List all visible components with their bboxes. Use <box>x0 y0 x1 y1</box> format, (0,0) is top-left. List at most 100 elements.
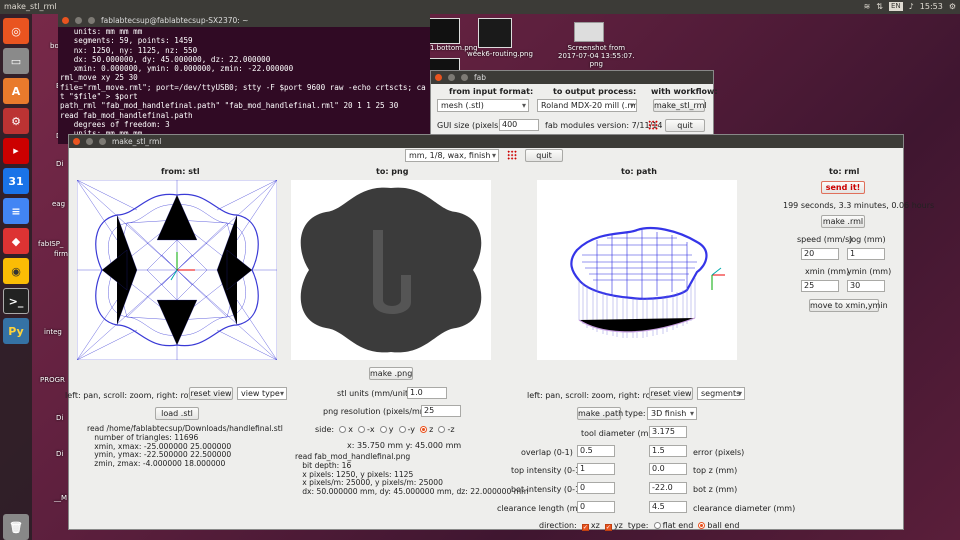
side-radio-neg-x[interactable] <box>358 426 366 433</box>
desktop-label[interactable]: integ <box>44 328 62 336</box>
main-titlebar[interactable]: make_stl_rml <box>69 135 903 148</box>
clock[interactable]: 15:53 <box>920 2 943 11</box>
png-resolution-input[interactable]: 25 <box>421 405 461 417</box>
ymin-input[interactable]: 30 <box>847 280 885 292</box>
side-radio-neg-z[interactable] <box>438 426 446 433</box>
power-gear-icon[interactable]: ⚙ <box>949 2 956 11</box>
gui-size-input[interactable]: 400 <box>499 119 539 131</box>
path-type-select[interactable]: 3D finish <box>647 407 697 420</box>
stl-units-input[interactable]: 1.0 <box>407 387 447 399</box>
xmin-input[interactable]: 25 <box>801 280 839 292</box>
error-input[interactable]: 1.5 <box>649 445 687 457</box>
jog-input[interactable]: 1 <box>847 248 885 260</box>
fab-quit-button[interactable]: quit <box>665 119 705 132</box>
desktop-thumbnail-bottom[interactable] <box>428 18 460 44</box>
side-radio-neg-y[interactable] <box>398 426 406 433</box>
move-to-xmin-ymin-button[interactable]: move to xmin,ymin <box>809 299 888 312</box>
bot-z-input[interactable]: -22.0 <box>649 482 687 494</box>
send-it-button[interactable]: send it! <box>821 181 865 194</box>
calendar-icon[interactable]: 31 <box>3 168 29 194</box>
path-segments-select[interactable]: segments <box>697 387 745 400</box>
path-reset-view-button[interactable]: reset view <box>649 387 693 400</box>
minimize-icon[interactable] <box>75 17 82 24</box>
chrome-icon[interactable]: ◉ <box>3 258 29 284</box>
stl-reset-view-button[interactable]: reset view <box>189 387 233 400</box>
keyboard-layout-badge[interactable]: EN <box>888 2 903 11</box>
make-rml-button[interactable]: make .rml <box>821 215 865 228</box>
tool-diameter-label: tool diameter (mm) <box>581 429 660 438</box>
desktop-label[interactable]: fabISP_ <box>38 240 63 248</box>
docs-icon[interactable]: ≡ <box>3 198 29 224</box>
maximize-icon[interactable] <box>88 17 95 24</box>
direction-yz-checkbox[interactable]: ✓ <box>604 524 612 531</box>
png-height-map <box>300 187 482 353</box>
python-icon[interactable]: Py <box>3 318 29 344</box>
terminal-titlebar[interactable]: fablabtecsup@fablabtecsup-SX2370: ~ <box>58 14 430 27</box>
load-stl-button[interactable]: load .stl <box>155 407 199 420</box>
png-viewport[interactable] <box>291 180 491 360</box>
output-process-select[interactable]: Roland MDX-20 mill (.rml) <box>537 99 637 112</box>
direction-xz-checkbox[interactable]: ✓ <box>581 524 589 531</box>
minimize-icon[interactable] <box>448 74 455 81</box>
bot-intensity-input[interactable]: 0 <box>577 482 615 494</box>
minimize-icon[interactable] <box>86 138 93 145</box>
trash-icon[interactable]: 🗑 <box>3 514 29 540</box>
make-png-button[interactable]: make .png <box>369 367 413 380</box>
side-radio-y[interactable] <box>379 426 387 433</box>
workflow-button[interactable]: make_stl_rml <box>653 99 707 112</box>
terminal-window[interactable]: fablabtecsup@fablabtecsup-SX2370: ~ unit… <box>58 14 430 144</box>
overlap-input[interactable]: 0.5 <box>577 445 615 457</box>
maximize-icon[interactable] <box>99 138 106 145</box>
desktop-label[interactable]: Di <box>56 160 63 168</box>
desktop-screenshot-label[interactable]: Screenshot from 2017-07-04 13:55:07. png <box>558 44 635 68</box>
volume-icon[interactable]: ♪ <box>909 2 914 11</box>
clearance-length-label: clearance length (mm) <box>497 504 589 513</box>
maximize-icon[interactable] <box>461 74 468 81</box>
clearance-length-input[interactable]: 0 <box>577 501 615 513</box>
wifi-icon[interactable]: ≋ <box>864 2 871 11</box>
desktop-label[interactable]: Di <box>56 414 63 422</box>
files-icon[interactable]: ▭ <box>3 48 29 74</box>
stl-column-title: from: stl <box>161 167 200 176</box>
top-z-input[interactable]: 0.0 <box>649 463 687 475</box>
close-icon[interactable] <box>73 138 80 145</box>
side-radio-z[interactable] <box>420 426 428 433</box>
stl-viewport[interactable] <box>76 179 278 361</box>
desktop-label[interactable]: Di <box>56 450 63 458</box>
from-format-label: from input format: <box>449 87 534 96</box>
main-quit-button[interactable]: quit <box>525 149 563 162</box>
speed-input[interactable]: 20 <box>801 248 839 260</box>
process-settings-select[interactable]: mm, 1/8, wax, finish <box>405 149 499 162</box>
clearance-diameter-input[interactable]: 4.5 <box>649 501 687 513</box>
desktop-screenshot-icon[interactable] <box>574 22 604 42</box>
terminal-icon[interactable]: >_ <box>3 288 29 314</box>
desktop-label[interactable]: PROGR <box>40 376 65 384</box>
stl-info-text: read /home/fablabtecsup/Downloads/handle… <box>87 424 283 469</box>
app-red-icon[interactable]: ◆ <box>3 228 29 254</box>
software-center-icon[interactable]: A <box>3 78 29 104</box>
desktop-label[interactable]: __M <box>54 494 67 502</box>
flat-end-radio[interactable] <box>653 522 661 529</box>
desktop-label[interactable]: eag <box>52 200 65 208</box>
make-path-button[interactable]: make .path <box>577 407 623 420</box>
path-viewport[interactable] <box>537 180 737 360</box>
top-intensity-input[interactable]: 1 <box>577 463 615 475</box>
desktop-label[interactable]: firm <box>54 250 68 258</box>
terminal-output[interactable]: units: mm mm mm segments: 59, points: 14… <box>58 27 430 144</box>
stl-view-type-select[interactable]: view type <box>237 387 287 400</box>
network-icon[interactable]: ⇅ <box>876 2 883 11</box>
terminal-line: path_rml "fab_mod_handlefinal.path" "fab… <box>60 101 399 111</box>
desktop-thumbnail-routing[interactable] <box>478 18 512 48</box>
close-icon[interactable] <box>435 74 442 81</box>
tool-diameter-input[interactable]: 3.175 <box>649 426 687 438</box>
youtube-icon[interactable]: ▶ <box>3 138 29 164</box>
main-title: make_stl_rml <box>112 137 162 146</box>
ball-end-radio[interactable] <box>698 522 706 529</box>
input-format-select[interactable]: mesh (.stl) <box>437 99 529 112</box>
dash-icon[interactable]: ◎ <box>3 18 29 44</box>
desktop-thumbnail-label[interactable]: week6-routing.png <box>467 50 533 58</box>
side-radio-x[interactable] <box>339 426 347 433</box>
close-icon[interactable] <box>62 17 69 24</box>
fab-titlebar[interactable]: fab <box>431 71 713 84</box>
settings-icon[interactable]: ⚙ <box>3 108 29 134</box>
